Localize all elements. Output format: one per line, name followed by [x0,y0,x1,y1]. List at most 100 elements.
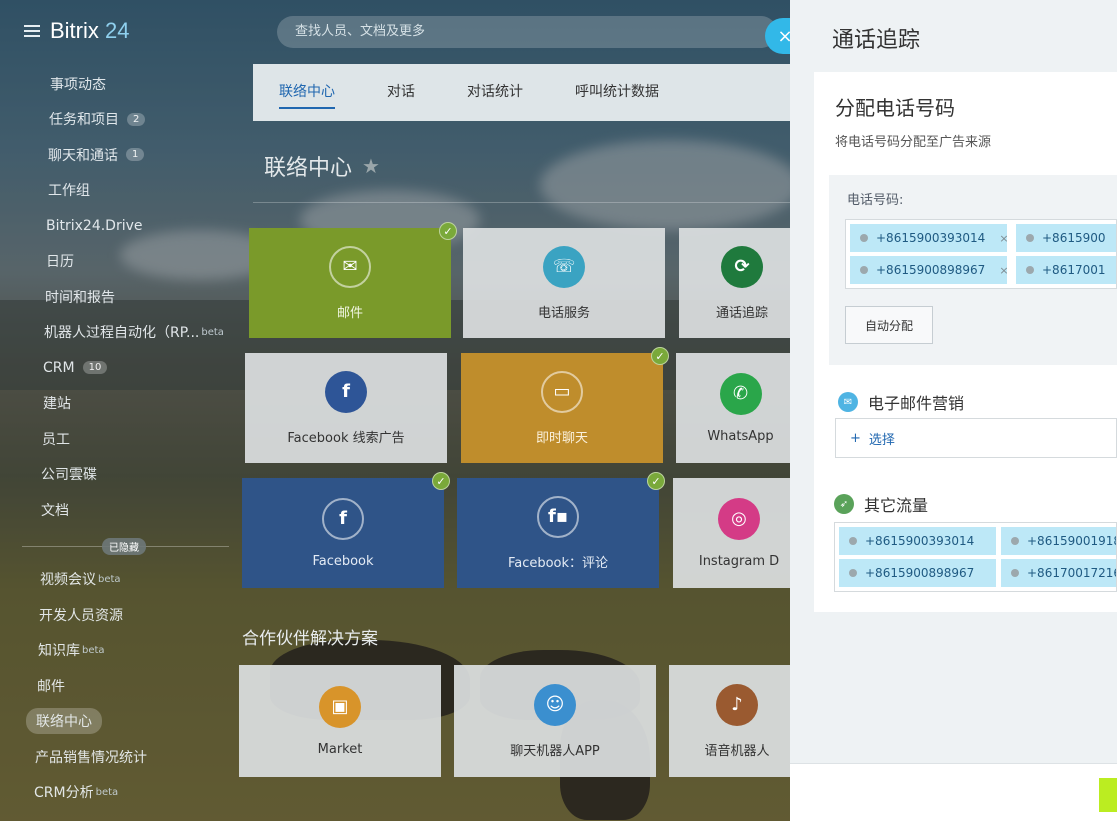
phone-chip[interactable]: +8617001 [1016,256,1116,284]
status-dot [860,266,868,274]
sidebar-item-label: 视频会议 [40,572,96,589]
hidden-items-divider[interactable]: 已隐藏 [22,534,229,558]
phone-chip[interactable]: +8615900898967 × [850,256,1007,284]
sidebar-item[interactable]: 产品销售情况统计 [0,739,245,775]
phone-chip[interactable]: +8615900393014 × [850,224,1007,252]
sidebar-item[interactable]: 邮件 [0,668,245,704]
status-dot [1026,234,1034,242]
tile-live-chat[interactable]: ▭ 即时聊天 ✓ [461,347,669,463]
select-source[interactable]: + 选择 [835,418,1117,458]
check-icon: ✓ [647,472,665,490]
save-button[interactable] [1099,778,1117,812]
sidebar-item[interactable]: CRM分析 beta [0,775,245,811]
instagram-icon: ◎ [718,497,760,540]
tile-call-tracking[interactable]: ⟳ 通话追踪 [679,228,805,338]
tile-chatbot-app[interactable]: ☺ 聊天机器人APP [454,665,656,777]
brand: Bitrix 24 [24,18,130,44]
page-title-text: 联络中心 [264,156,353,181]
sidebar-item[interactable]: 视频会议 beta [0,562,245,598]
sidebar-item[interactable]: 任务和项目 2 [0,102,245,138]
phone-chip[interactable]: +861700172161 [1001,559,1116,587]
phone-chip[interactable]: +8615900898967 [839,559,996,587]
tile-label: 语音机器人 [704,743,770,759]
tile-whatsapp[interactable]: ✆ WhatsApp [676,353,805,463]
sidebar-item-label: 产品销售情况统计 [35,749,147,766]
status-dot [1011,569,1019,577]
hidden-label: 已隐藏 [102,537,146,555]
phone-chip[interactable]: +861590019181 [1001,527,1116,555]
phone-number: +8615900898967 [876,263,986,277]
star-icon[interactable]: ★ [362,154,380,178]
tile-label: Facebook 线索广告 [287,430,405,446]
tile-telephony[interactable]: ☏ 电话服务 [463,228,665,338]
beta-tag: beta [201,326,224,338]
email-section-header: ✉ 电子邮件营销 [838,390,964,414]
tab-dialogs[interactable]: 对话 [361,64,441,121]
sidebar-item-label: 开发人员资源 [39,607,123,624]
phone-number: +861700172161 [1027,566,1116,580]
status-dot [1026,266,1034,274]
sidebar-item[interactable]: 聊天和通话 1 [0,137,245,173]
brand-number: 24 [105,18,130,43]
tab-contact-center[interactable]: 联络中心 [253,64,361,121]
sidebar-item[interactable]: 工作组 [0,173,245,209]
sidebar-item[interactable]: 建站 [0,386,245,422]
phone-chip[interactable]: +8615900393014 [839,527,996,555]
sidebar-item[interactable]: 开发人员资源 [0,597,245,633]
assign-card: 分配电话号码 将电话号码分配至广告来源 电话号码: +8615900393014… [814,72,1117,612]
traffic-icon: ➶ [834,494,854,514]
select-label: 选择 [868,432,895,448]
sidebar-item[interactable]: 公司雲碟 [0,457,245,493]
tile-market[interactable]: ▣ Market [239,665,441,777]
sidebar-item[interactable]: 日历 [0,244,245,280]
remove-icon[interactable]: × [999,232,1007,245]
tile-facebook-comments[interactable]: f▪ Facebook：评论 ✓ [457,472,665,588]
sidebar-item[interactable]: 事项动态 [0,66,245,102]
menu-burger-icon[interactable] [24,25,40,37]
sidebar-item[interactable]: 时间和报告 [0,279,245,315]
tile-voice-bot[interactable]: ♪ 语音机器人 [669,665,805,777]
remove-icon[interactable]: × [999,264,1007,277]
other-traffic-header: ➶ 其它流量 [834,492,928,516]
status-dot [849,569,857,577]
tile-facebook[interactable]: f Facebook ✓ [242,472,450,588]
brand-logo[interactable]: Bitrix 24 [50,18,130,44]
counter-badge: 1 [126,148,145,162]
panel-footer [790,763,1117,821]
tab-call-stats[interactable]: 呼叫统计数据 [549,64,685,121]
sidebar-item[interactable]: 知识库 beta [0,633,245,669]
phone-number: +861590019181 [1027,534,1116,548]
sidebar-item[interactable]: 文档 [0,492,245,528]
tile-label: Instagram D [698,553,780,569]
search-input[interactable]: 查找人员、文档及更多 [277,16,777,48]
phone-selector[interactable]: +8615900393014 × +8615900 +8615900898967 ×… [845,219,1117,289]
phone-icon: ☏ [543,245,585,288]
sidebar-item[interactable]: 机器人过程自动化（RP... beta [0,315,245,351]
other-phone-selector[interactable]: +8615900393014 +861590019181 +8615900898… [834,522,1117,592]
sidebar-item[interactable]: CRM 10 [0,350,245,386]
phone-chip[interactable]: +8615900 [1016,224,1116,252]
facebook-comments-icon: f▪ [537,495,579,538]
microphone-icon: ♪ [716,683,758,726]
main-tabs: 联络中心 对话 对话统计 呼叫统计数据 [253,64,805,121]
tile-label: 通话追踪 [715,305,768,321]
phone-box: 电话号码: +8615900393014 × +8615900 +86159008… [829,175,1117,365]
sidebar-menu: 事项动态 任务和项目 2 聊天和通话 1 工作组 Bitrix24.Drive 日历… [0,66,245,810]
status-dot [860,234,868,242]
tile-facebook-leads[interactable]: f Facebook 线索广告 [245,353,447,463]
tile-label: 即时聊天 [535,430,588,446]
panel-title: 通话追踪 [832,28,921,53]
auto-assign-button[interactable]: 自动分配 [845,306,933,344]
sidebar-item-contact-center[interactable]: 联络中心 [0,704,245,740]
sidebar-item-label: 公司雲碟 [41,467,97,484]
tab-dialog-stats[interactable]: 对话统计 [441,64,549,121]
divider [253,202,805,203]
tile-mail[interactable]: ✉ 邮件 ✓ [249,222,457,338]
sidebar-item-label: 工作组 [48,183,90,200]
facebook-leads-icon: f [325,370,367,413]
tile-instagram[interactable]: ◎ Instagram D [673,478,805,588]
hidden-menu: 视频会议 beta 开发人员资源 知识库 beta 邮件 联络中心 产品销售情况统计… [0,562,245,811]
check-icon: ✓ [651,347,669,365]
sidebar-item[interactable]: 员工 [0,421,245,457]
sidebar-item[interactable]: Bitrix24.Drive [0,208,245,244]
